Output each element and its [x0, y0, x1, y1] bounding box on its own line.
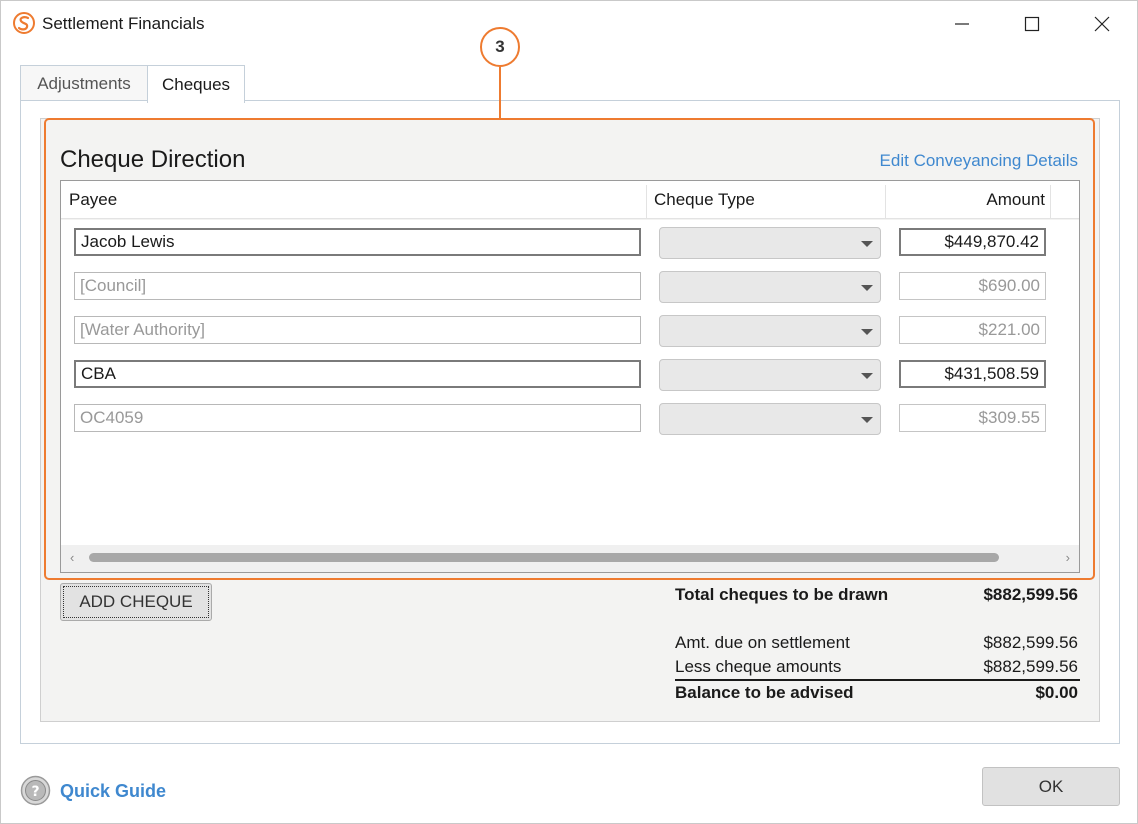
less-cheque-value: $882,599.56 [983, 657, 1078, 676]
totals-divider [675, 679, 1080, 681]
title-bar: Settlement Financials [1, 1, 1137, 47]
chevron-down-icon [861, 417, 873, 423]
payee-field[interactable]: Jacob Lewis [74, 228, 641, 256]
chevron-down-icon [861, 285, 873, 291]
quick-guide-link[interactable]: Quick Guide [60, 781, 166, 802]
section-title: Cheque Direction [60, 146, 246, 173]
amt-due-value: $882,599.56 [983, 633, 1078, 652]
edit-conveyancing-details-link[interactable]: Edit Conveyancing Details [880, 151, 1078, 171]
column-header-amount[interactable]: Amount [887, 181, 1045, 219]
grid-header: Payee Cheque Type Amount [61, 181, 1079, 219]
table-row: CBA $431,508.59 [61, 352, 1079, 396]
cheque-grid: Payee Cheque Type Amount Jacob Lewis $44… [60, 180, 1080, 573]
window-title: Settlement Financials [42, 14, 205, 33]
minimize-icon [955, 23, 969, 25]
help-icon[interactable]: ? [20, 775, 51, 806]
maximize-button[interactable] [997, 1, 1067, 47]
cheque-type-dropdown[interactable] [659, 227, 881, 259]
chevron-down-icon [861, 329, 873, 335]
column-header-cheque-type[interactable]: Cheque Type [654, 181, 755, 219]
ok-button[interactable]: OK [982, 767, 1120, 806]
chevron-down-icon [861, 373, 873, 379]
column-separator [1050, 185, 1051, 219]
amount-field[interactable]: $690.00 [899, 272, 1046, 300]
settlement-financials-window: Settlement Financials 3 Adjustments Cheq… [0, 0, 1138, 824]
tab-adjustments[interactable]: Adjustments [20, 65, 148, 101]
scroll-right-icon[interactable]: › [1066, 550, 1070, 565]
less-cheque-label: Less cheque amounts [675, 657, 842, 676]
payee-field[interactable]: [Water Authority] [74, 316, 641, 344]
amount-field[interactable]: $431,508.59 [899, 360, 1046, 388]
close-icon [1094, 16, 1110, 32]
total-cheques-label: Total cheques to be drawn [675, 585, 889, 604]
amount-field[interactable]: $221.00 [899, 316, 1046, 344]
grid-body: Jacob Lewis $449,870.42 [Council] $690.0… [61, 220, 1079, 545]
amount-field[interactable]: $309.55 [899, 404, 1046, 432]
minimize-button[interactable] [927, 1, 997, 47]
scroll-left-icon[interactable]: ‹ [70, 550, 74, 565]
scrollbar-thumb[interactable] [89, 553, 999, 562]
amt-due-label: Amt. due on settlement [675, 633, 850, 652]
cheque-type-dropdown[interactable] [659, 403, 881, 435]
balance-label: Balance to be advised [675, 683, 854, 702]
column-separator [885, 185, 886, 219]
tab-cheques[interactable]: Cheques [147, 65, 245, 103]
table-row: [Council] $690.00 [61, 264, 1079, 308]
column-separator [646, 185, 647, 219]
table-row: [Water Authority] $221.00 [61, 308, 1079, 352]
add-cheque-button[interactable]: ADD CHEQUE [60, 583, 212, 621]
annotation-callout: 3 [480, 27, 520, 67]
annotation-callout-line [499, 67, 501, 119]
amount-field[interactable]: $449,870.42 [899, 228, 1046, 256]
close-button[interactable] [1067, 1, 1137, 47]
svg-text:?: ? [31, 784, 39, 800]
payee-field[interactable]: [Council] [74, 272, 641, 300]
payee-field[interactable]: OC4059 [74, 404, 641, 432]
column-header-payee[interactable]: Payee [69, 181, 117, 219]
table-row: Jacob Lewis $449,870.42 [61, 220, 1079, 264]
horizontal-scrollbar[interactable]: ‹ › [61, 545, 1079, 572]
balance-value: $0.00 [1035, 683, 1078, 702]
maximize-icon [1024, 16, 1040, 32]
table-row: OC4059 $309.55 [61, 396, 1079, 440]
cheque-type-dropdown[interactable] [659, 359, 881, 391]
payee-field[interactable]: CBA [74, 360, 641, 388]
chevron-down-icon [861, 241, 873, 247]
total-cheques-value: $882,599.56 [983, 585, 1078, 604]
cheque-type-dropdown[interactable] [659, 271, 881, 303]
app-logo-icon [13, 12, 35, 34]
cheque-type-dropdown[interactable] [659, 315, 881, 347]
